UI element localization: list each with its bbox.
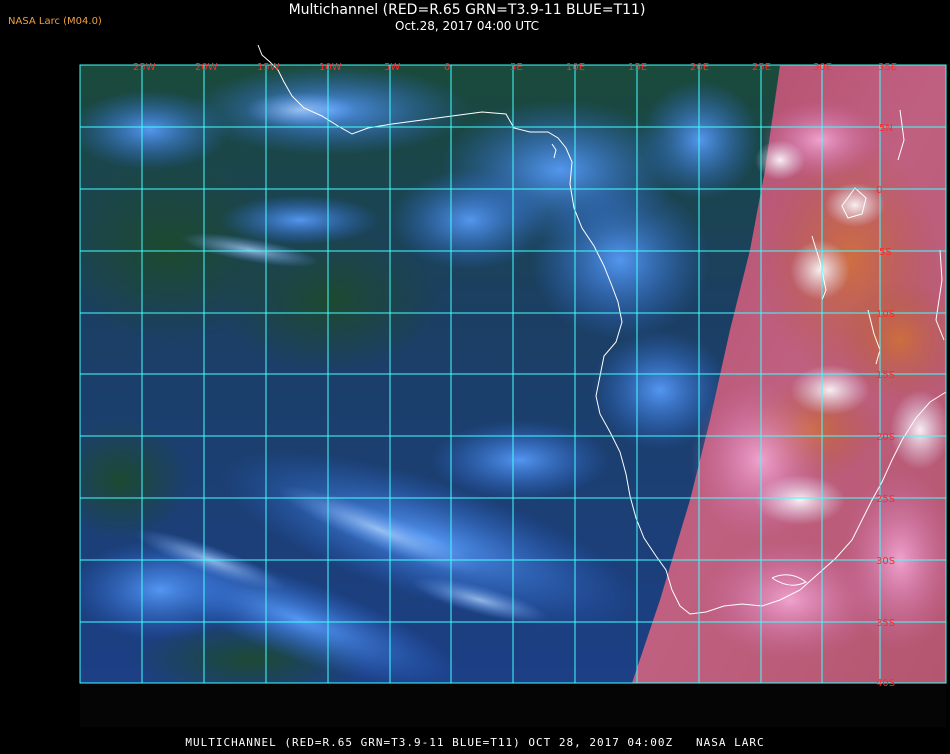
lat-label: 5N bbox=[879, 123, 893, 134]
satellite-map: 25W 20W 15W 10W 5W 0 5E 10E 15E 20E 25E … bbox=[0, 0, 950, 750]
lon-label: 0 bbox=[444, 62, 450, 73]
lon-label: 30E bbox=[813, 62, 832, 73]
lat-label: 10S bbox=[876, 309, 895, 320]
lon-label: 25E bbox=[752, 62, 771, 73]
page-title: Multichannel (RED=R.65 GRN=T3.9-11 BLUE=… bbox=[288, 2, 646, 18]
imagery-layer bbox=[80, 65, 946, 683]
lat-label: 5S bbox=[879, 247, 892, 258]
lon-label: 25W bbox=[133, 62, 156, 73]
footer-caption: MULTICHANNEL (RED=R.65 GRN=T3.9-11 BLUE=… bbox=[185, 736, 765, 749]
lon-label: 10W bbox=[319, 62, 342, 73]
lat-label: 20S bbox=[876, 432, 895, 443]
lon-label: 20W bbox=[195, 62, 218, 73]
lon-label: 10E bbox=[566, 62, 585, 73]
lat-label: 40S bbox=[876, 678, 895, 689]
lon-label: 15W bbox=[257, 62, 280, 73]
lat-label: 25S bbox=[876, 494, 895, 505]
lon-label: 5W bbox=[384, 62, 400, 73]
lat-label: 0 bbox=[876, 185, 882, 196]
lon-label: 5E bbox=[510, 62, 523, 73]
lon-label: 20E bbox=[690, 62, 709, 73]
lat-label: 15S bbox=[876, 370, 895, 381]
map-lower-frame bbox=[80, 683, 946, 727]
lon-label: 15E bbox=[628, 62, 647, 73]
lon-label: 35E bbox=[878, 62, 897, 73]
lat-label: 35S bbox=[876, 618, 895, 629]
lat-label: 30S bbox=[876, 556, 895, 567]
timestamp: Oct.28, 2017 04:00 UTC bbox=[395, 19, 539, 33]
